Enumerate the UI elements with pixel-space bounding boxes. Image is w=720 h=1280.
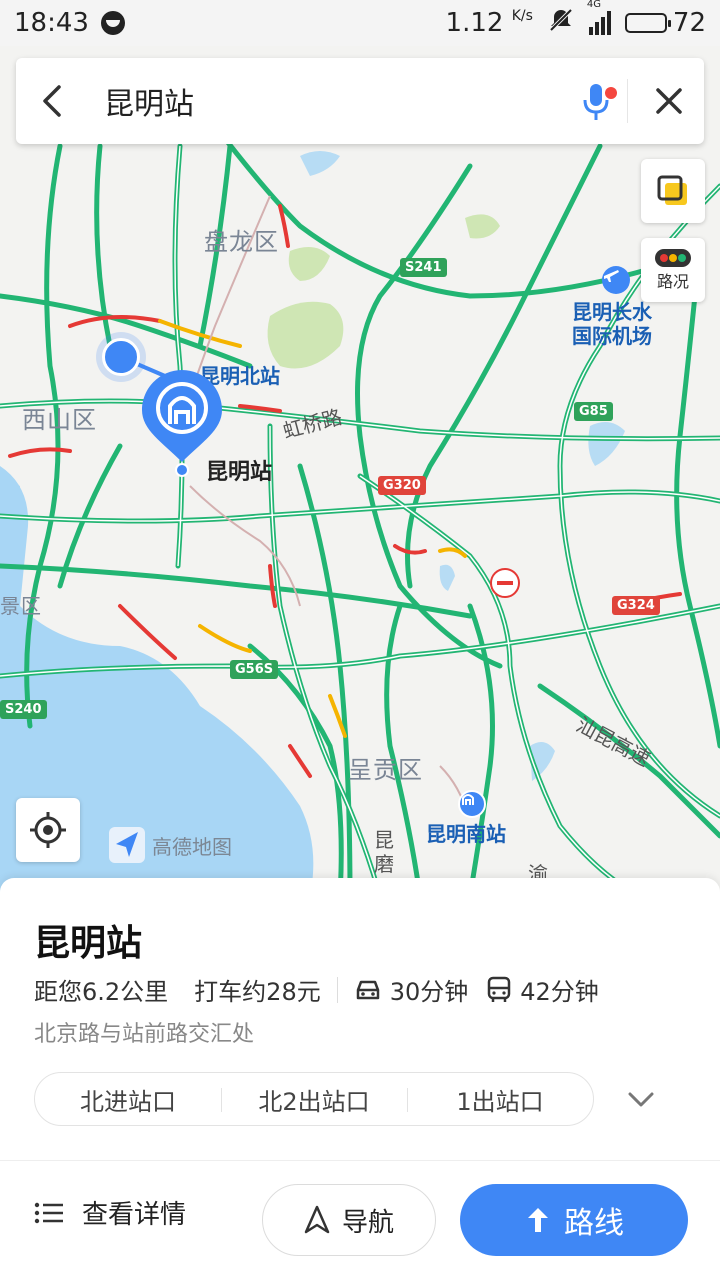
search-divider — [627, 79, 628, 123]
poi-label[interactable]: 国际机场 — [572, 320, 652, 349]
district-label: 呈贡区 — [348, 756, 423, 784]
highway-shield: S241 — [400, 258, 447, 277]
status-time: 18:43 — [14, 8, 89, 38]
highway-shield: G85 — [574, 402, 613, 421]
road-closure-icon[interactable] — [490, 568, 520, 598]
signal-icon: 4G — [587, 0, 611, 35]
app-notification-icon — [100, 11, 125, 35]
route-button[interactable]: 路线 — [460, 1184, 688, 1256]
voice-search-button[interactable] — [571, 71, 621, 131]
view-details-label: 查看详情 — [82, 1200, 187, 1230]
district-label: 景区 — [0, 594, 42, 618]
search-query[interactable]: 昆明站 — [88, 79, 571, 123]
network-speed: 1.12 K/s — [445, 8, 533, 38]
entrance-chip[interactable]: 1出站口 — [407, 1082, 593, 1117]
entrance-chip[interactable]: 北进站口 — [35, 1082, 221, 1117]
navigate-button[interactable]: 导航 — [262, 1184, 436, 1256]
railway-station-icon[interactable] — [458, 790, 486, 818]
place-detail-sheet: 昆明站 距您6.2公里 打车约28元 30分钟 42分钟 北京路与站前路交汇处 … — [0, 878, 720, 1280]
mute-icon — [547, 6, 575, 41]
bus-icon — [486, 976, 512, 1004]
place-meta: 距您6.2公里 打车约28元 30分钟 42分钟 — [34, 972, 599, 1007]
back-arrow-icon — [43, 85, 61, 117]
view-details-button[interactable]: 查看详情 — [34, 1194, 186, 1231]
district-label: 盘龙区 — [204, 228, 279, 256]
back-button[interactable] — [16, 84, 88, 118]
highway-shield: G324 — [612, 596, 660, 615]
district-label: 西山区 — [22, 406, 97, 434]
airport-icon[interactable] — [602, 266, 630, 294]
amap-logo-text: 高德地图 — [152, 834, 232, 859]
battery-indicator: 72 — [624, 8, 706, 38]
close-icon — [656, 88, 682, 114]
list-icon — [34, 1202, 63, 1223]
microphone-icon — [583, 84, 609, 120]
locate-me-button[interactable] — [16, 798, 80, 862]
car-icon — [354, 978, 382, 1002]
navigation-arrow-icon — [304, 1205, 330, 1234]
sheet-divider — [0, 1160, 720, 1161]
navigate-label: 导航 — [341, 1207, 394, 1238]
crosshair-icon — [30, 812, 66, 848]
distance-text: 距您6.2公里 — [34, 978, 169, 1006]
status-bar: 18:43 1.12 K/s 4G 72 — [0, 0, 720, 46]
meta-divider — [336, 976, 338, 1003]
taxi-fare-text: 打车约28元 — [194, 978, 321, 1006]
place-address: 北京路与站前路交汇处 — [34, 1022, 255, 1047]
chevron-down-icon — [628, 1092, 654, 1107]
amap-logo-icon — [109, 827, 145, 863]
amap-logo: 高德地图 — [108, 826, 232, 864]
station-pin-marker[interactable] — [140, 368, 224, 464]
clear-search-button[interactable] — [634, 87, 704, 115]
layers-icon — [657, 175, 687, 205]
entrance-list: 北进站口 北2出站口 1出站口 — [34, 1072, 594, 1126]
drive-time-text: 30分钟 — [389, 978, 469, 1006]
route-arrow-icon — [528, 1208, 548, 1232]
traffic-light-icon — [655, 249, 691, 267]
poi-label[interactable]: 昆明南站 — [426, 818, 506, 847]
highway-shield: G320 — [378, 476, 426, 495]
action-bar: 查看详情 导航 路线 — [0, 1184, 720, 1256]
station-map-label[interactable]: 昆明站 — [206, 454, 272, 486]
traffic-label: 路况 — [656, 272, 689, 291]
map-view[interactable]: 盘龙区 西山区 呈贡区 景区 昆明北站 昆明长水 国际机场 昆明南站 虹桥路 汕… — [0, 46, 720, 896]
station-point — [175, 463, 189, 477]
my-location-dot — [102, 338, 140, 376]
traffic-toggle-button[interactable]: 路况 — [641, 238, 705, 302]
highway-shield: G56S — [230, 660, 279, 679]
mic-badge-dot — [605, 87, 617, 99]
expand-entrances-button[interactable] — [624, 1082, 658, 1120]
battery-percent: 72 — [672, 8, 706, 38]
bus-time-text: 42分钟 — [520, 978, 599, 1006]
place-title: 昆明站 — [34, 923, 143, 964]
map-layers-button[interactable] — [641, 159, 705, 223]
highway-shield: S240 — [0, 700, 47, 719]
search-bar: 昆明站 — [16, 58, 704, 144]
route-label: 路线 — [564, 1206, 624, 1241]
entrance-chip[interactable]: 北2出站口 — [221, 1082, 407, 1117]
road-label: 磨 — [374, 852, 394, 876]
